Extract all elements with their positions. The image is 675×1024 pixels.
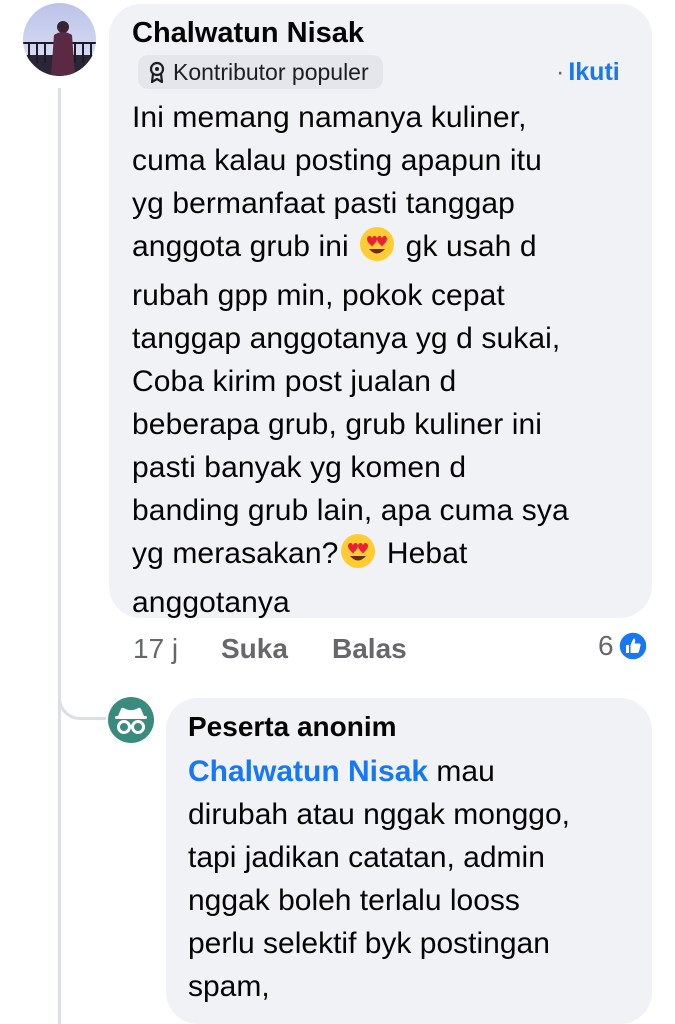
comment-line: rubah gpp min, pokok cepat — [132, 279, 505, 312]
comment-line: Ini memang namanya kuliner, — [132, 101, 527, 134]
reply-line: Chalwatun Nisak mau — [188, 750, 648, 793]
heart-eyes-emoji — [340, 533, 376, 581]
reply-line-part: mau — [436, 755, 495, 788]
follow-label: Ikuti — [568, 58, 620, 86]
comment-line: banding grub lain, apa cuma sya — [132, 494, 569, 527]
reply-author[interactable]: Peserta anonim — [188, 711, 397, 743]
separator-dot: · — [556, 58, 565, 86]
comment-line: anggotanya — [132, 586, 290, 619]
top-contributor-badge[interactable]: Kontributor populer — [138, 55, 383, 89]
comment-line-part: Hebat — [386, 537, 468, 570]
comment-line: Coba kirim post jualan d — [132, 365, 457, 398]
heart-eyes-emoji — [359, 226, 395, 274]
anonymous-icon[interactable] — [108, 697, 154, 743]
comment-author[interactable]: Chalwatun Nisak — [132, 17, 364, 50]
comment-line-part: anggota grub ini — [132, 230, 349, 263]
like-button[interactable]: Suka — [221, 633, 288, 665]
comment-line-part: gk usah d — [405, 230, 537, 263]
comment-line: beberapa grub, grub kuliner ini — [132, 408, 543, 441]
reply-line: dirubah atau nggak monggo, — [188, 798, 570, 831]
follow-button[interactable]: · Ikuti — [556, 58, 620, 87]
avatar[interactable] — [23, 3, 96, 76]
reply-line: perlu selektif byk postingan — [188, 927, 550, 960]
comment-timestamp[interactable]: 17 j — [133, 633, 178, 665]
reaction-summary[interactable]: 6 — [598, 630, 648, 662]
reply-line: spam, — [188, 970, 270, 1003]
comment-body: Ini memang namanya kuliner, cuma kalau p… — [132, 96, 642, 624]
comment-line-part: yg merasakan? — [132, 537, 339, 570]
reaction-count: 6 — [598, 630, 614, 661]
comment-line: tanggap anggotanya yg d sukai, — [132, 322, 561, 355]
comment-line: pasti banyak yg komen d — [132, 451, 467, 484]
mention-link[interactable]: Chalwatun Nisak — [188, 755, 428, 788]
badge-icon — [149, 61, 165, 83]
badge-label: Kontributor populer — [173, 58, 369, 85]
comment-line: anggota grub ini gk usah d — [132, 225, 642, 274]
reply-connector — [58, 690, 106, 720]
like-icon — [617, 631, 648, 661]
comment-line: cuma kalau posting apapun itu — [132, 144, 542, 177]
thread-line — [58, 88, 61, 1024]
reply-body: Chalwatun Nisak mau dirubah atau nggak m… — [188, 750, 648, 1008]
reply-line: nggak boleh terlalu looss — [188, 884, 520, 917]
comment-line: yg merasakan? Hebat — [132, 532, 642, 581]
comment-line: yg bermanfaat pasti tanggap — [132, 187, 515, 220]
comment-thread: Chalwatun Nisak Kontributor populer · Iku… — [0, 0, 675, 1024]
reply-button[interactable]: Balas — [332, 633, 407, 665]
reply-line: tapi jadikan catatan, admin — [188, 841, 545, 874]
